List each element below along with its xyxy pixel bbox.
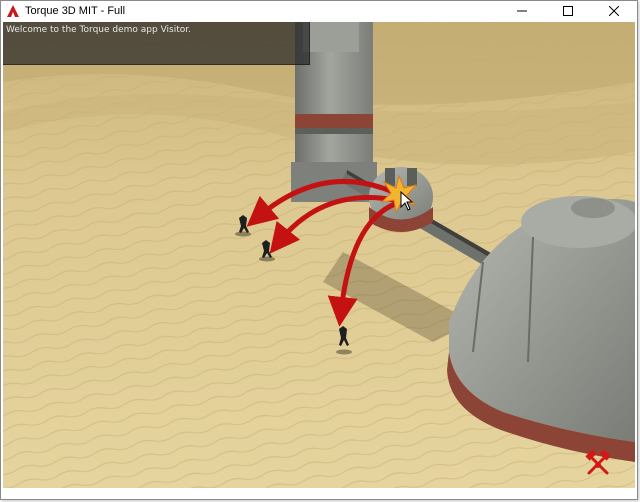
app-window: Torque 3D MIT - Full Welcome to the Torq…: [0, 0, 638, 500]
maximize-button[interactable]: [545, 1, 591, 21]
minimize-button[interactable]: [499, 1, 545, 21]
game-scene: [3, 22, 635, 488]
title-bar[interactable]: Torque 3D MIT - Full: [1, 1, 637, 21]
maximize-icon: [563, 6, 573, 16]
console-overlay: Welcome to the Torque demo app Visitor.: [3, 22, 310, 65]
crossed-hammers-icon[interactable]: [583, 449, 613, 479]
game-viewport[interactable]: [3, 22, 635, 488]
window-title: Torque 3D MIT - Full: [25, 5, 126, 17]
minimize-icon: [517, 10, 527, 12]
console-message: Welcome to the Torque demo app Visitor.: [6, 25, 191, 35]
window-controls: [499, 1, 637, 21]
torque-logo-icon: [7, 5, 19, 17]
close-button[interactable]: [591, 1, 637, 21]
close-icon: [609, 6, 619, 16]
